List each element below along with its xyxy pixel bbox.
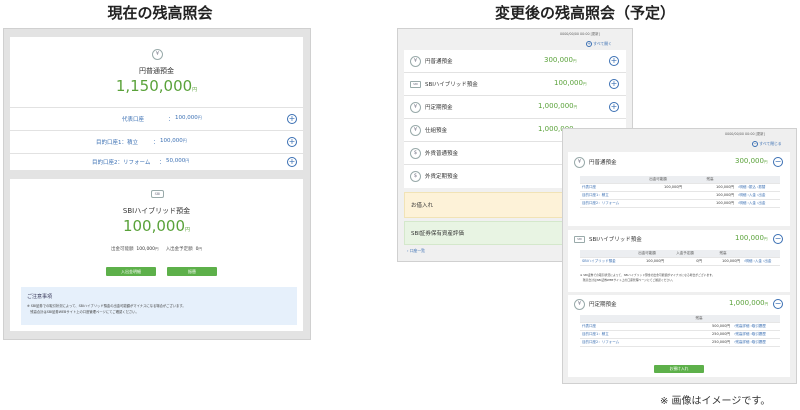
list-item[interactable]: ¥ 円普通預金 300,000円 + — [404, 50, 626, 72]
current-balance-heading: 現在の残高照会 — [107, 4, 213, 22]
subaccount-value-1: 100,000円 — [175, 115, 202, 121]
list-item-label: 仕組預金 — [425, 128, 448, 134]
table-row: 目的口座2：リフォーム 250,000円 ›残高詳細 ›取引履歴 — [580, 338, 780, 347]
notice-box: ご注意事項 ※ SBI証券での取引状況によって、SBIハイブリッド預金の出金可能… — [21, 287, 297, 325]
deposit-button[interactable]: お預け入れ — [654, 365, 704, 373]
expand-plus-icon[interactable]: + — [609, 56, 619, 66]
collapse-minus-icon[interactable]: − — [773, 234, 783, 244]
collapse-minus-icon[interactable]: − — [773, 299, 783, 309]
yen-icon: ¥ — [410, 102, 421, 113]
detail-yen-section: ¥ 円普通預金 300,000円 − 出金可能額 残高 代表口座 100,000… — [568, 152, 790, 226]
expand-all-toggle[interactable]: + すべて開く — [586, 41, 612, 47]
collapse-all-toggle[interactable]: − すべて閉じる — [752, 141, 782, 147]
detail-fixed-title: 円定期預金 — [589, 302, 617, 308]
notice-title: ご注意事項 — [27, 294, 53, 300]
table-row: 代表口座 500,000円 ›残高詳細 ›取引履歴 — [580, 322, 780, 331]
hybrid-note-1: ※ SBI証券での取引状況によって、SBIハイブリッド預金の出金可能額がマイナス… — [580, 273, 715, 277]
subaccount-colon: ： — [159, 160, 165, 166]
hybrid-detail-table: 出金可能額 入金予定額 残高 SBIハイブリッド預金 100,000円 0円 1… — [580, 250, 780, 266]
subaccount-value-2: 100,000円 — [160, 138, 187, 144]
hybrid-deposit-amount-unit: 円 — [185, 227, 191, 233]
hybrid-deposit-amount-value: 100,000 — [122, 217, 185, 235]
list-item-amount: 300,000円 — [544, 56, 577, 64]
hybrid-note-2: 残高合計はSBI証券WEBサイト上の口座管理ページにてご確認ください。 — [580, 278, 675, 282]
dollar-icon: $ — [410, 148, 421, 159]
subaccount-colon: ： — [153, 140, 159, 146]
subaccount-value-3: 50,000円 — [166, 158, 190, 164]
securities-label: SBI証券保有資産評価 — [411, 231, 464, 237]
table-row: SBIハイブリッド預金 100,000円 0円 100,000円 ›明細 ›入金… — [580, 257, 780, 266]
transfer-button[interactable]: 振替 — [167, 267, 217, 276]
yen-subaccount-row[interactable]: 目的口座1：積立 ： 100,000円 + — [10, 131, 303, 153]
future-timestamp: 0000/00/00 00:00 [更新] — [560, 32, 600, 36]
expand-plus-icon[interactable]: + — [609, 102, 619, 112]
table-header-row: 出金可能額 残高 — [580, 176, 780, 184]
sbi-icon: SBI — [151, 190, 164, 198]
yen-icon: ¥ — [410, 56, 421, 67]
dollar-icon: $ — [410, 171, 421, 182]
table-row: 目的口座1：積立 100,000円 ›明細 ›入金 ›出金 — [580, 191, 780, 200]
list-item-amount: 1,000,000円 — [538, 102, 578, 110]
future-balance-heading: 変更後の残高照会（予定） — [494, 4, 675, 22]
list-item-label: 外貨定期預金 — [425, 174, 459, 180]
yen-detail-table: 出金可能額 残高 代表口座 100,000円 100,000円 ›明細 ›振込 … — [580, 176, 780, 208]
detail-hybrid-amount: 100,000円 — [735, 234, 768, 242]
detail-yen-title: 円普通預金 — [589, 160, 617, 166]
subaccount-colon: ： — [168, 117, 174, 123]
yen-savings-amount-value: 1,150,000 — [115, 77, 193, 95]
yen-subaccount-row[interactable]: 代表口座 ： 100,000円 + — [10, 108, 303, 130]
yen-savings-amount-unit: 円 — [192, 87, 198, 93]
notice-line-1: ※ SBI証券での取引状況によって、SBIハイブリッド預金の出金可能額がマイナス… — [27, 304, 186, 308]
table-row: 目的口座2：リフォーム 100,000円 ›明細 ›入金 ›出金 — [580, 199, 780, 208]
table-header-row: 残高 — [580, 315, 780, 323]
expand-plus-icon[interactable]: + — [287, 114, 297, 124]
list-item[interactable]: SBI SBIハイブリッド預金 100,000円 + — [404, 73, 626, 95]
yen-savings-card: ¥ 円普通預金 1,150,000円 代表口座 ： 100,000円 + 目的口… — [10, 37, 303, 170]
history-button[interactable]: 入出金明細 — [106, 267, 156, 276]
collapse-minus-icon[interactable]: − — [773, 157, 783, 167]
yen-icon: ¥ — [574, 299, 585, 310]
detail-hybrid-title: SBIハイブリッド預金 — [589, 237, 642, 243]
notice-line-2: 残高合計はSBI証券WEBサイト上の口座管理ページにてご確認ください。 — [27, 310, 139, 314]
detail-hybrid-section: SBI SBIハイブリッド預金 100,000円 − 出金可能額 入金予定額 残… — [568, 230, 790, 292]
yen-savings-title: 円普通預金 — [139, 67, 174, 75]
yen-savings-amount: 1,150,000円 — [10, 77, 303, 95]
subaccount-label-3: 目的口座2：リフォーム — [92, 160, 151, 166]
expand-plus-icon: + — [586, 41, 592, 47]
table-header-row: 出金可能額 入金予定額 残高 — [580, 250, 780, 258]
list-item-label: 外貨普通預金 — [425, 151, 459, 157]
list-item-label: 円普通預金 — [425, 59, 453, 65]
detail-yen-amount: 300,000円 — [735, 157, 768, 165]
yen-icon: ¥ — [410, 125, 421, 136]
detail-timestamp: 0000/00/00 00:00 [更新] — [725, 132, 765, 136]
footnote: ※ 画像はイメージです。 — [660, 396, 771, 407]
hybrid-sub-values: 出金可能額 100,000円 入出金予定額 0円 — [111, 247, 202, 252]
detail-fixed-amount: 1,000,000円 — [729, 299, 769, 307]
subaccount-label-2: 目的口座1：積立 — [96, 140, 138, 146]
yen-icon: ¥ — [152, 49, 163, 60]
list-item-amount: 100,000円 — [554, 79, 587, 87]
list-item-label: SBIハイブリッド預金 — [425, 82, 478, 88]
fixed-detail-table: 残高 代表口座 500,000円 ›残高詳細 ›取引履歴 目的口座1：積立 25… — [580, 315, 780, 347]
expand-plus-icon[interactable]: + — [287, 157, 297, 167]
expand-plus-icon[interactable]: + — [287, 137, 297, 147]
list-item-label: 円定期預金 — [425, 105, 453, 111]
yen-subaccount-row[interactable]: 目的口座2：リフォーム ： 50,000円 + — [10, 154, 303, 170]
subaccount-label-1: 代表口座 — [122, 117, 145, 123]
hybrid-deposit-amount: 100,000円 — [10, 217, 303, 235]
hybrid-deposit-card: SBI SBIハイブリッド預金 100,000円 出金可能額 100,000円 … — [10, 179, 303, 331]
collapse-minus-icon: − — [752, 141, 758, 147]
table-row: 代表口座 100,000円 100,000円 ›明細 ›振込 ›振替 — [580, 183, 780, 192]
hybrid-deposit-title: SBIハイブリッド預金 — [122, 207, 191, 215]
yen-icon: ¥ — [574, 157, 585, 168]
back-to-list-link[interactable]: › 口座一覧 — [407, 248, 425, 254]
list-item[interactable]: ¥ 円定期預金 1,000,000円 + — [404, 96, 626, 118]
sbi-icon: SBI — [574, 236, 585, 243]
loan-label: お借入れ — [411, 203, 434, 209]
sbi-icon: SBI — [410, 81, 421, 88]
expand-plus-icon[interactable]: + — [609, 79, 619, 89]
table-row: 目的口座1：積立 250,000円 ›残高詳細 ›取引履歴 — [580, 330, 780, 339]
detail-fixed-section: ¥ 円定期預金 1,000,000円 − 残高 代表口座 500,000円 ›残… — [568, 295, 790, 377]
